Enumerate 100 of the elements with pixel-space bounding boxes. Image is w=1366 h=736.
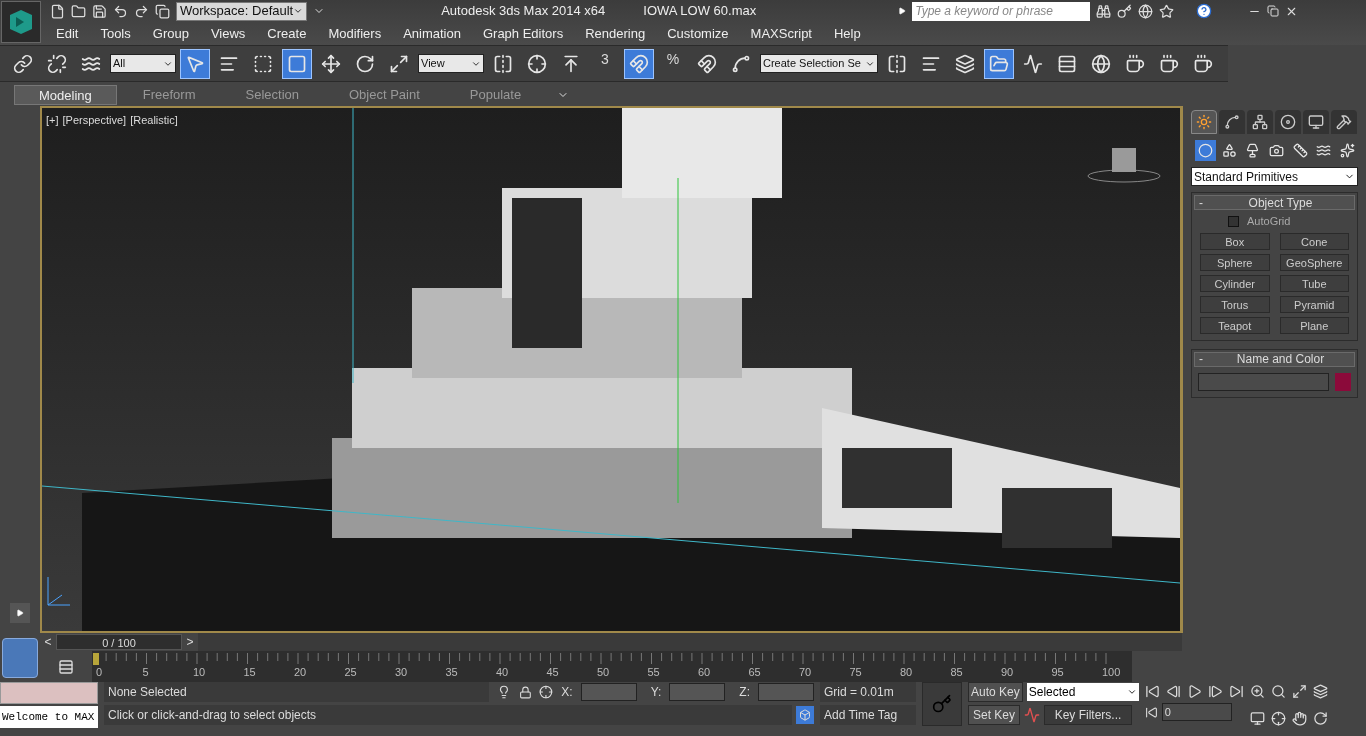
command-panel-tab[interactable] [1331,110,1357,134]
viewport-label[interactable]: [Perspective] [62,112,127,129]
object-color-swatch[interactable] [1335,372,1351,391]
next-frame-button[interactable]: > [182,633,198,651]
primitive-button[interactable]: Torus [1200,295,1270,313]
rollout-header[interactable]: - Name and Color [1194,351,1355,367]
viewport-nav-icon[interactable] [1249,684,1265,699]
viewport-nav-icon[interactable] [1291,710,1307,726]
playback-icon[interactable] [1207,684,1223,699]
toolbar-button[interactable] [180,48,210,79]
menu-item[interactable]: Help [834,23,861,44]
autogrid-checkbox[interactable] [1228,215,1239,227]
category-button[interactable] [1195,140,1216,161]
ribbon-tab[interactable]: Modeling [14,85,117,105]
command-panel-tab[interactable] [1303,110,1329,134]
key-mode-dropdown[interactable]: Selected [1026,683,1139,701]
primitive-button[interactable]: Plane [1279,316,1349,334]
quick-access-icon[interactable] [50,3,65,19]
category-dropdown[interactable]: Standard Primitives [1191,167,1358,186]
primitive-button[interactable]: GeoSphere [1279,253,1349,271]
time-marker[interactable] [93,653,99,665]
y-coordinate-field[interactable] [669,683,726,701]
command-panel-tab[interactable] [1219,110,1245,134]
object-name-field[interactable] [1198,372,1329,391]
menu-item[interactable]: Modifiers [328,23,382,44]
key-icon[interactable] [1117,3,1133,19]
menu-item[interactable]: Customize [667,23,729,44]
playback-icon[interactable] [1186,684,1202,699]
collapse-toggle[interactable]: - [1195,350,1207,368]
viewport-nav-icon[interactable] [1270,710,1286,726]
viewport-label[interactable]: [Realistic] [130,112,178,129]
quick-access-icon[interactable] [134,3,149,19]
rollout-header[interactable]: - Object Type [1194,195,1355,210]
auto-key-button[interactable]: Auto Key [968,682,1023,702]
playback-icon[interactable] [1144,684,1160,699]
primitive-button[interactable]: Box [1200,232,1270,250]
command-panel-tab[interactable] [1275,110,1301,134]
binoculars-icon[interactable] [1096,3,1112,19]
viewport-label[interactable]: [+] [46,112,59,129]
x-coordinate-field[interactable] [580,683,637,701]
viewport-nav-icon[interactable] [1312,710,1328,726]
toolbar-button[interactable] [984,48,1014,79]
primitive-button[interactable]: Teapot [1200,316,1270,334]
key-mode-icon[interactable] [1144,705,1158,719]
app-logo-button[interactable] [1,1,41,43]
toolbar-button[interactable] [282,48,312,79]
menu-item[interactable]: Animation [403,23,461,44]
viewport-nav-icon[interactable] [1291,684,1307,699]
menu-item[interactable]: Create [267,23,307,44]
lock-icon[interactable] [518,685,532,699]
command-panel-tab[interactable] [1247,110,1273,134]
viewport-nav-icon[interactable] [1270,684,1286,699]
current-frame-field[interactable]: 0 [1161,703,1232,721]
expand-button[interactable] [10,603,30,623]
search-field[interactable]: Type a keyword or phrase [912,1,1091,21]
transform-mode-icon[interactable] [539,685,554,699]
quick-access-icon[interactable] [113,3,128,19]
menu-item[interactable]: Edit [56,23,79,44]
quick-access-icon[interactable] [71,3,86,19]
snap-toggle-button[interactable]: % [658,48,688,79]
quick-access-icon[interactable] [155,3,170,19]
toolbar-dropdown[interactable]: View [418,54,484,73]
primitive-button[interactable]: Pyramid [1279,295,1349,313]
restore-icon[interactable] [1267,5,1280,17]
viewport-nav-icon[interactable] [1249,710,1265,726]
command-panel-tab[interactable] [1191,110,1217,134]
menu-item[interactable]: MAXScript [750,23,812,44]
menu-item[interactable]: Tools [100,23,131,44]
snap-toggle-button[interactable]: 3 [590,48,620,79]
primitive-button[interactable]: Cylinder [1200,274,1270,292]
playback-icon[interactable] [1228,684,1244,699]
viewport-nav-icon[interactable] [1312,684,1328,699]
menu-item[interactable]: Rendering [585,23,646,44]
primitive-button[interactable]: Tube [1279,274,1349,292]
time-slider-thumb[interactable]: < 0 / 100 > [40,633,198,651]
key-filters-button[interactable]: Key Filters... [1044,705,1133,725]
expand-icon[interactable] [898,7,907,15]
primitive-button[interactable]: Cone [1279,232,1349,250]
menu-item[interactable]: Views [210,23,246,44]
toolbar-dropdown[interactable]: Create Selection Se [760,54,878,73]
viewport[interactable]: [+] [Perspective] [Realistic] [40,106,1182,633]
add-time-tag-button[interactable]: Add Time Tag [820,705,916,725]
help-icon[interactable] [1196,3,1213,19]
time-slider-track[interactable]: < 0 / 100 > [40,633,1182,651]
toolbar-button[interactable] [624,48,654,79]
set-key-button[interactable]: Set Key [968,705,1021,725]
star-icon[interactable] [1159,3,1175,19]
workspace-dropdown[interactable]: Workspace: Default [176,1,308,21]
track-bar[interactable]: 0 5 10 15 20 25 30 35 40 45 50 55 60 65 70 75 80 85 90 95 100 [92,651,1132,682]
toolbar-dropdown[interactable]: All [110,54,176,73]
z-coordinate-field[interactable] [758,683,814,701]
menu-item[interactable]: Group [152,23,189,44]
mini-listener-button[interactable] [2,637,38,678]
previous-frame-button[interactable]: < [40,633,56,651]
quick-access-icon[interactable] [92,3,107,19]
menu-item[interactable]: Graph Editors [482,23,564,44]
collapse-toggle[interactable]: - [1195,193,1207,212]
curve-icon[interactable] [1024,707,1041,723]
listener-input[interactable]: Welcome to MAX [0,706,98,728]
primitive-button[interactable]: Sphere [1200,253,1270,271]
